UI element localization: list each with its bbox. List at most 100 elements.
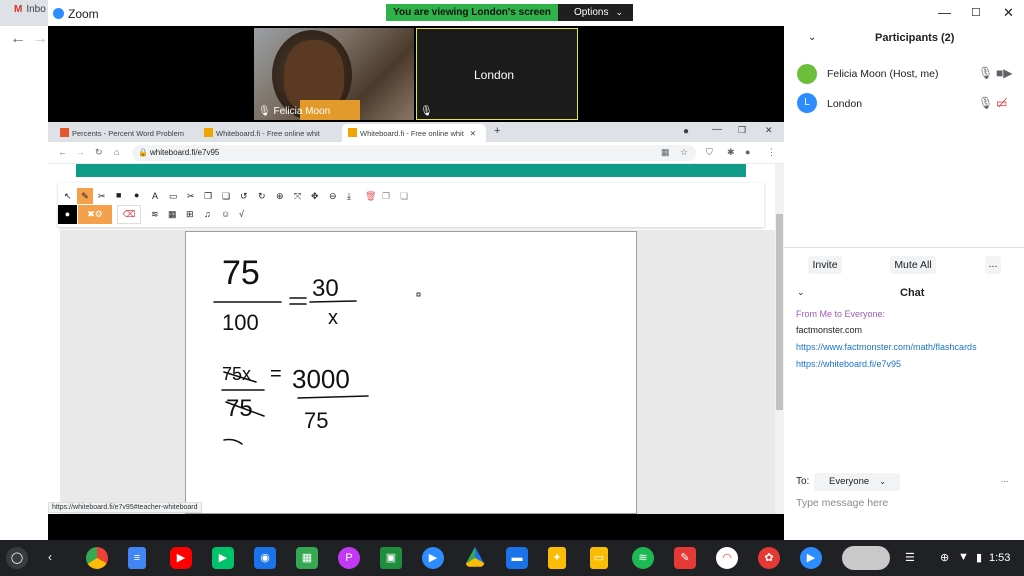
redo-icon[interactable]: ↻: [258, 191, 266, 202]
tools-icon[interactable]: ✂: [98, 191, 106, 202]
chat-message-link[interactable]: https://whiteboard.fi/e7v95: [796, 359, 901, 369]
clock[interactable]: 1:53: [989, 552, 1010, 564]
circle-icon[interactable]: ●: [134, 190, 139, 200]
menu-icon[interactable]: ⋮: [767, 147, 776, 158]
settings-icon[interactable]: ✖⚙: [78, 205, 112, 224]
chat-more-button[interactable]: ...: [1001, 474, 1009, 484]
sheets-icon[interactable]: ▦: [296, 547, 318, 569]
image-icon[interactable]: ▭: [169, 191, 178, 202]
reload-icon[interactable]: ↻: [95, 147, 103, 158]
layers-icon[interactable]: ≋: [151, 209, 159, 220]
zoom-out-icon[interactable]: ⊖: [329, 191, 337, 202]
chat-input[interactable]: Type message here: [796, 497, 888, 509]
participant-row[interactable]: L: [797, 93, 817, 113]
cut-icon[interactable]: ✂: [187, 191, 195, 202]
tote-icon[interactable]: [842, 546, 890, 570]
add-icon[interactable]: ⊕: [940, 551, 949, 564]
restore-icon[interactable]: ❐: [738, 125, 746, 136]
shared-scrollbar-thumb[interactable]: [776, 214, 783, 410]
trash-icon[interactable]: 🗑: [365, 191, 376, 202]
rectangle-icon[interactable]: ■: [116, 190, 121, 200]
copy-icon[interactable]: ❐: [204, 191, 212, 202]
classroom-icon[interactable]: ▣: [380, 547, 402, 569]
close-icon[interactable]: ✕: [1003, 5, 1014, 21]
emoji-icon[interactable]: ☺: [221, 209, 230, 219]
launcher-icon[interactable]: ◯: [6, 547, 28, 569]
qr-icon[interactable]: ▦: [661, 147, 670, 158]
minimize-icon[interactable]: —: [938, 5, 951, 20]
mic-icon[interactable]: 🎙: [978, 96, 993, 110]
files-icon[interactable]: ▬: [506, 547, 528, 569]
mute-all-button[interactable]: Mute All: [890, 256, 936, 274]
play-store-icon[interactable]: ▶: [212, 547, 234, 569]
chat-recipient-select[interactable]: Everyone ⌄: [814, 473, 900, 491]
url-field[interactable]: whiteboard.fi/e7v95: [132, 145, 696, 161]
fit-icon[interactable]: ⤧: [294, 191, 301, 202]
participant-row[interactable]: [797, 64, 817, 84]
palette-icon[interactable]: ✿: [758, 547, 780, 569]
video-camera-icon[interactable]: ■▶: [996, 66, 1012, 80]
view-options-button[interactable]: Options ⌄: [558, 4, 633, 21]
mic-icon[interactable]: 🎙: [978, 66, 993, 80]
table-icon[interactable]: ⊞: [186, 209, 194, 220]
close-icon[interactable]: ✕: [765, 125, 773, 136]
keep-icon[interactable]: ✦: [548, 547, 566, 569]
background-tab-gmail[interactable]: M Inbo: [14, 4, 46, 15]
move-icon[interactable]: ✥: [311, 191, 319, 202]
chevron-left-icon[interactable]: ‹: [48, 550, 52, 564]
spotify-icon[interactable]: ≋: [632, 547, 654, 569]
clipboard-icon[interactable]: ☰: [905, 551, 915, 564]
shared-tab-percents[interactable]: Percents - Percent Word Problem: [54, 124, 198, 142]
zoom-bottom-bar: [48, 514, 784, 540]
eraser-icon[interactable]: ⌫: [117, 205, 141, 224]
more-options-button[interactable]: ...: [985, 256, 1001, 274]
picsart-icon[interactable]: P: [338, 547, 360, 569]
red-app-icon[interactable]: ✎: [674, 547, 696, 569]
grid-icon[interactable]: ▦: [168, 209, 177, 220]
new-tab-icon[interactable]: +: [494, 125, 500, 137]
whiteboard-canvas[interactable]: 75 100 30 x 75x = 3000 75 75: [185, 231, 637, 514]
zoom-icon[interactable]: ▶: [800, 547, 822, 569]
chat-message-link[interactable]: https://www.factmonster.com/math/flashca…: [796, 342, 977, 352]
slides-icon[interactable]: ▭: [590, 547, 608, 569]
forward-arrow-icon[interactable]: →: [32, 30, 48, 48]
home-icon[interactable]: ⌂: [114, 147, 119, 157]
layer-down-icon[interactable]: ❏: [400, 191, 408, 202]
back-arrow-icon[interactable]: ←: [58, 147, 67, 157]
chevron-down-icon[interactable]: ⌄: [808, 32, 816, 43]
back-arrow-icon[interactable]: ←: [10, 30, 26, 48]
youtube-icon[interactable]: ▶: [170, 547, 192, 569]
zoom-in-icon[interactable]: ⊕: [276, 191, 284, 202]
zoom-icon[interactable]: ▶: [422, 547, 444, 569]
record-icon[interactable]: ●: [683, 126, 689, 137]
text-tool-icon[interactable]: A: [152, 191, 158, 201]
extensions-icon[interactable]: ✱: [727, 147, 735, 158]
star-icon[interactable]: ☆: [680, 147, 688, 158]
shield-icon[interactable]: ⛉: [706, 147, 713, 158]
eq2-den-right: 75: [304, 408, 328, 433]
panel-divider: [784, 247, 1024, 248]
select-tool-icon[interactable]: ↖: [64, 191, 72, 202]
forward-arrow-icon[interactable]: →: [76, 147, 85, 157]
close-tab-icon[interactable]: ✕: [470, 129, 476, 138]
video-off-icon[interactable]: ▭̸: [996, 96, 1007, 110]
chrome-icon[interactable]: [86, 547, 108, 569]
chevron-down-icon[interactable]: ⌄: [797, 287, 805, 298]
paste-icon[interactable]: ❏: [222, 191, 230, 202]
download-icon[interactable]: ⤓: [347, 191, 351, 202]
minimize-icon[interactable]: —: [712, 124, 722, 135]
maximize-icon[interactable]: ☐: [971, 6, 981, 19]
color-palette-icon[interactable]: ●: [58, 205, 77, 224]
shared-tab-whiteboard-2[interactable]: Whiteboard.fi - Free online whit ✕: [342, 124, 486, 142]
music-icon[interactable]: ♫: [204, 209, 211, 219]
invite-button[interactable]: Invite: [808, 256, 842, 274]
math-icon[interactable]: √: [239, 209, 244, 219]
rainbow-app-icon[interactable]: ◠: [716, 547, 738, 569]
docs-icon[interactable]: ≡: [128, 547, 146, 569]
pen-tool-icon[interactable]: ✎: [77, 188, 93, 204]
profile-icon[interactable]: ●: [745, 147, 750, 157]
undo-icon[interactable]: ↺: [240, 191, 248, 202]
layer-icon[interactable]: ❐: [382, 191, 390, 202]
shared-tab-whiteboard-1[interactable]: Whiteboard.fi - Free online whit: [198, 124, 340, 142]
camera-icon[interactable]: ◉: [254, 547, 276, 569]
